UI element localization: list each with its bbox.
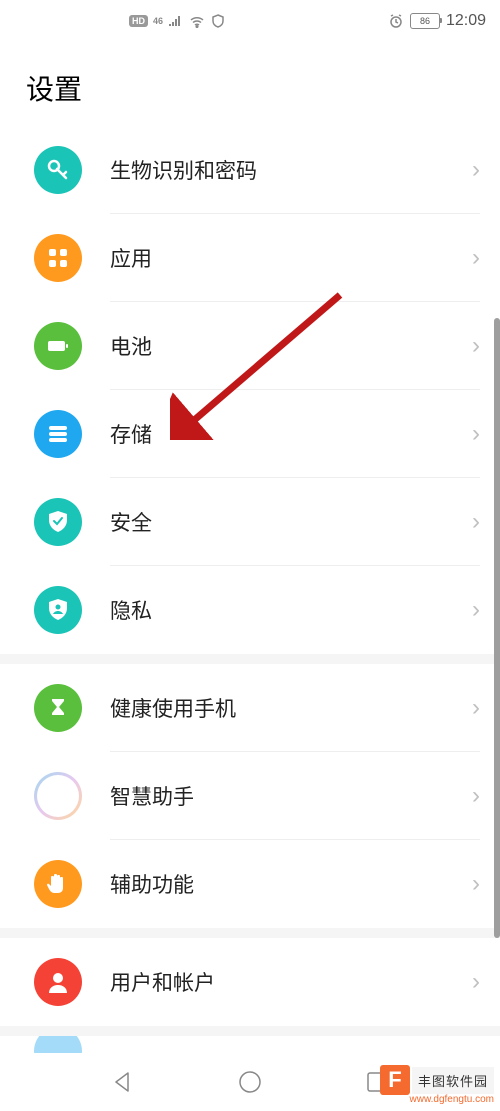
chevron-right-icon: ›	[472, 694, 480, 722]
chevron-right-icon: ›	[472, 508, 480, 536]
chevron-right-icon: ›	[472, 332, 480, 360]
item-label: 应用	[110, 243, 472, 273]
hd-icon: HD	[129, 15, 148, 27]
status-right: 86 12:09	[388, 12, 486, 30]
key-icon	[34, 146, 82, 194]
item-label: 智慧助手	[110, 781, 472, 811]
shield-check-icon	[34, 498, 82, 546]
settings-list: 生物识别和密码›应用›电池›存储›安全›隐私›健康使用手机›智慧助手›辅助功能›…	[0, 126, 500, 1066]
status-left: HD 46	[129, 13, 226, 29]
item-label: 辅助功能	[110, 869, 472, 899]
settings-item-battery[interactable]: 电池›	[0, 302, 500, 390]
chevron-right-icon: ›	[472, 156, 480, 184]
settings-item-apps[interactable]: 应用›	[0, 214, 500, 302]
item-label: 安全	[110, 507, 472, 537]
battery-icon: 86	[410, 13, 440, 29]
item-label: 健康使用手机	[110, 693, 472, 723]
chevron-right-icon: ›	[472, 968, 480, 996]
item-label: 生物识别和密码	[110, 155, 472, 185]
grid-icon	[34, 234, 82, 282]
settings-item-security[interactable]: 安全›	[0, 478, 500, 566]
back-button[interactable]	[110, 1069, 136, 1095]
settings-item-accessibility[interactable]: 辅助功能›	[0, 840, 500, 928]
chevron-right-icon: ›	[472, 870, 480, 898]
storage-icon	[34, 410, 82, 458]
settings-item-privacy[interactable]: 隐私›	[0, 566, 500, 654]
hand-icon	[34, 860, 82, 908]
ring-icon	[34, 772, 82, 820]
item-label: 隐私	[110, 595, 472, 625]
item-label: 电池	[110, 331, 472, 361]
network-type: 46	[153, 16, 163, 26]
chevron-right-icon: ›	[472, 420, 480, 448]
person-icon	[34, 958, 82, 1006]
settings-item-storage[interactable]: 存储›	[0, 390, 500, 478]
chevron-right-icon: ›	[472, 244, 480, 272]
chevron-right-icon: ›	[472, 596, 480, 624]
item-label: 存储	[110, 419, 472, 449]
alarm-icon	[388, 13, 404, 29]
home-button[interactable]	[237, 1069, 263, 1095]
status-time: 12:09	[446, 12, 486, 30]
settings-item-users[interactable]: 用户和帐户›	[0, 938, 500, 1026]
shield-status-icon	[210, 13, 226, 29]
signal-icon	[168, 13, 184, 29]
wifi-icon	[189, 13, 205, 29]
status-bar: HD 46 86 12:09	[0, 0, 500, 42]
settings-item-digital-balance[interactable]: 健康使用手机›	[0, 664, 500, 752]
watermark: F 丰图软件园 www.dgfengtu.com	[380, 1065, 494, 1105]
hourglass-icon	[34, 684, 82, 732]
page-title: 设置	[0, 42, 500, 126]
shield-person-icon	[34, 586, 82, 634]
settings-item-biometric[interactable]: 生物识别和密码›	[0, 126, 500, 214]
chevron-right-icon: ›	[472, 782, 480, 810]
scrollbar[interactable]	[494, 128, 500, 973]
battery-icon	[34, 322, 82, 370]
item-label: 用户和帐户	[110, 967, 472, 997]
settings-item-assistant[interactable]: 智慧助手›	[0, 752, 500, 840]
